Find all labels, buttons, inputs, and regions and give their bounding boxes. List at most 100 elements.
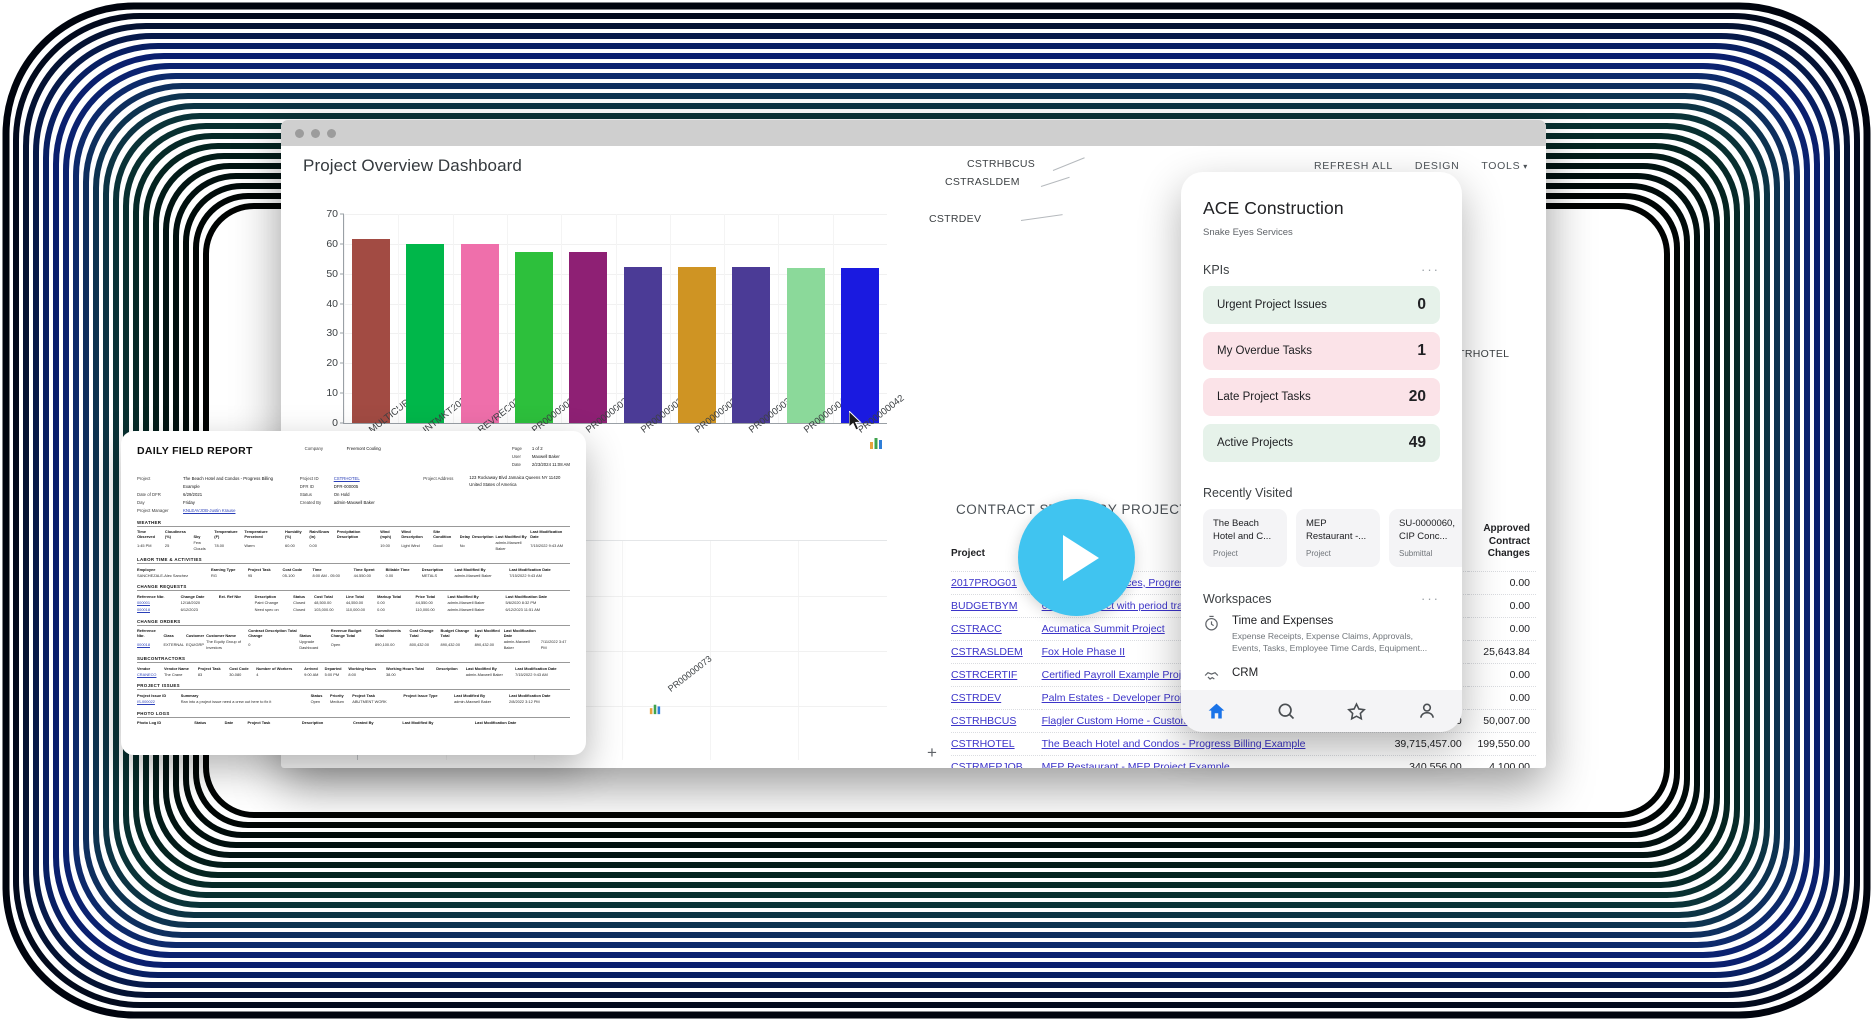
project-link[interactable]: 2017PROG01 xyxy=(951,577,1017,589)
bar[interactable] xyxy=(352,239,391,423)
document-column-header: Wind (mph) xyxy=(380,529,391,540)
recent-card[interactable]: The Beach Hotel and C... Project xyxy=(1203,509,1287,567)
document-cell xyxy=(137,726,570,732)
bar-vgridline xyxy=(344,214,345,423)
project-link[interactable]: CSTRMEPJOB xyxy=(951,761,1023,769)
play-video-button[interactable] xyxy=(1018,499,1135,616)
bar[interactable] xyxy=(840,268,879,423)
project-link[interactable]: CSTRDEV xyxy=(951,692,1001,704)
bar[interactable] xyxy=(732,267,771,423)
workspace-item-crm[interactable]: CRM xyxy=(1203,667,1440,689)
document-cell-link[interactable]: IS-000022 xyxy=(137,699,155,704)
project-link[interactable]: BUDGETBYM xyxy=(951,600,1018,612)
mobile-content: ACE Construction Snake Eyes Services KPI… xyxy=(1181,172,1462,689)
kpi-more-icon[interactable]: ··· xyxy=(1421,262,1440,277)
revised-chart-type-icon[interactable] xyxy=(649,702,661,720)
document-column-header: Last Modification Date xyxy=(503,628,536,639)
cell-project: CSTRMEPJOB xyxy=(951,754,1042,769)
kpi-label: Urgent Project Issues xyxy=(1217,299,1327,311)
bar[interactable] xyxy=(677,267,716,423)
bar[interactable] xyxy=(406,243,445,423)
doc-field-project: Project The Beach Hotel and Condos - Prog… xyxy=(137,475,274,489)
document-cell xyxy=(436,671,465,678)
document-section-title: CHANGE ORDERS xyxy=(137,619,570,626)
document-cell-link[interactable]: CRANECO xyxy=(137,672,156,677)
document-cell: 6/12/2023 xyxy=(180,607,198,613)
tab-search[interactable] xyxy=(1251,701,1321,721)
mobile-app-panel: ACE Construction Snake Eyes Services KPI… xyxy=(1181,172,1462,732)
workspaces-section-label: Workspaces xyxy=(1203,591,1272,606)
kpi-card[interactable]: Urgent Project Issues 0 xyxy=(1203,286,1440,324)
workspace-item-time-and-expenses[interactable]: Time and Expenses Expense Receipts, Expe… xyxy=(1203,615,1440,655)
bar[interactable] xyxy=(569,251,608,423)
kpi-card[interactable]: Active Projects 49 xyxy=(1203,424,1440,462)
document-cell: 6/12/2023 11:51 AM xyxy=(505,607,541,613)
add-row-icon[interactable]: + xyxy=(927,743,937,763)
workspaces-more-icon[interactable]: ··· xyxy=(1421,591,1440,606)
description-link[interactable]: MEP Restaurant - MEP Project Example xyxy=(1042,761,1230,769)
tab-profile[interactable] xyxy=(1392,701,1462,721)
kpi-card[interactable]: Late Project Tasks 20 xyxy=(1203,378,1440,416)
bar-ytick-label: 40 xyxy=(326,297,338,310)
document-cell: admin-Maxwell Baker xyxy=(447,607,485,613)
document-cell-link[interactable]: 000018 xyxy=(137,607,150,612)
document-cell: 25 xyxy=(164,543,170,549)
document-column-header: Rain/Snow (in) xyxy=(309,529,330,540)
document-cell: 000018 xyxy=(137,606,181,613)
mobile-company-subtitle: Snake Eyes Services xyxy=(1203,227,1293,238)
description-link[interactable]: Fox Hole Phase II xyxy=(1042,646,1125,658)
table-row[interactable]: CSTRHOTEL The Beach Hotel and Condos - Pr… xyxy=(951,731,1536,755)
bar[interactable] xyxy=(623,266,662,423)
document-column-header: Delay xyxy=(459,534,471,540)
bar[interactable] xyxy=(786,267,825,423)
description-link[interactable]: Acumatica Summit Project xyxy=(1042,623,1165,635)
bar[interactable] xyxy=(515,251,554,423)
bar-vgridline xyxy=(669,214,671,423)
recently-visited-list: The Beach Hotel and C... Project MEP Resta… xyxy=(1203,509,1462,567)
recent-card[interactable]: SU-0000060, CIP Conc... Submittal xyxy=(1389,509,1462,567)
bar-chart: 0 10 20 30 40 50 60 70 MULTICURR1 INTMKT2018 REVRE… xyxy=(305,208,906,436)
chart-type-icon[interactable] xyxy=(869,436,883,450)
cell-approved-changes: 50,007.00 xyxy=(1467,708,1536,732)
bar[interactable] xyxy=(460,243,499,423)
tab-favorites[interactable] xyxy=(1322,701,1392,722)
document-column-header: Temperature (F) xyxy=(214,529,238,540)
project-link[interactable]: CSTRCERTIF xyxy=(951,669,1017,681)
recent-section-header: Recently Visited xyxy=(1203,486,1440,500)
recent-card[interactable]: MEP Restaurant -... Project xyxy=(1296,509,1380,567)
table-row[interactable]: CSTRMEPJOB MEP Restaurant - MEP Project E… xyxy=(951,754,1536,769)
document-section-title: PROJECT ISSUES xyxy=(137,683,570,691)
window-close-dot[interactable] xyxy=(295,128,304,138)
cell-original-contract: 39,715,457.00 xyxy=(1382,731,1468,755)
project-link[interactable]: CSTRACC xyxy=(951,623,1002,635)
kpi-card[interactable]: My Overdue Tasks 1 xyxy=(1203,332,1440,370)
document-section-title: PHOTO LOGS xyxy=(137,711,570,718)
project-link[interactable]: CSTRHBCUS xyxy=(951,715,1016,727)
donut-slice-label: CSTRHBCUS xyxy=(967,158,1036,170)
window-maximize-dot[interactable] xyxy=(327,128,336,138)
window-minimize-dot[interactable] xyxy=(311,128,320,138)
project-link[interactable]: CSTRHOTEL xyxy=(951,738,1015,750)
doc-meta-page: Page 1 of 2 xyxy=(511,446,543,451)
document-cell xyxy=(219,599,255,606)
document-cell: CRANECO xyxy=(137,671,164,678)
document-cell: 5/6/2020 8:32 PM xyxy=(505,600,537,606)
kpi-label: Active Projects xyxy=(1217,437,1294,449)
document-column-header: Time Observed xyxy=(137,529,155,540)
cell-original-contract: 340,556.00 xyxy=(1382,754,1468,768)
description-link[interactable]: The Beach Hotel and Condos - Progress Bi… xyxy=(1042,738,1306,750)
document-cell-link[interactable]: 000001 xyxy=(137,600,150,605)
document-cell-link[interactable]: 000018 xyxy=(137,642,150,647)
document-column-header: Temperature Perceived xyxy=(244,529,268,540)
description-link[interactable]: Certified Payroll Example Project xyxy=(1042,669,1195,681)
kpi-section-header: KPIs ··· xyxy=(1203,262,1440,277)
document-cell: 7/15/2022 9:43 AM xyxy=(515,672,548,678)
document-cell xyxy=(403,698,454,705)
document-cell: Few Clouds xyxy=(193,540,206,551)
document-column-header: Last Modification Date xyxy=(530,529,563,540)
bar-ytick-label: 0 xyxy=(332,417,338,429)
project-link[interactable]: CSTRASLDEM xyxy=(951,646,1023,658)
tab-home[interactable] xyxy=(1181,701,1251,722)
cell-project: CSTRCERTIF xyxy=(951,662,1042,686)
workspace-title: Time and Expenses xyxy=(1232,615,1334,627)
